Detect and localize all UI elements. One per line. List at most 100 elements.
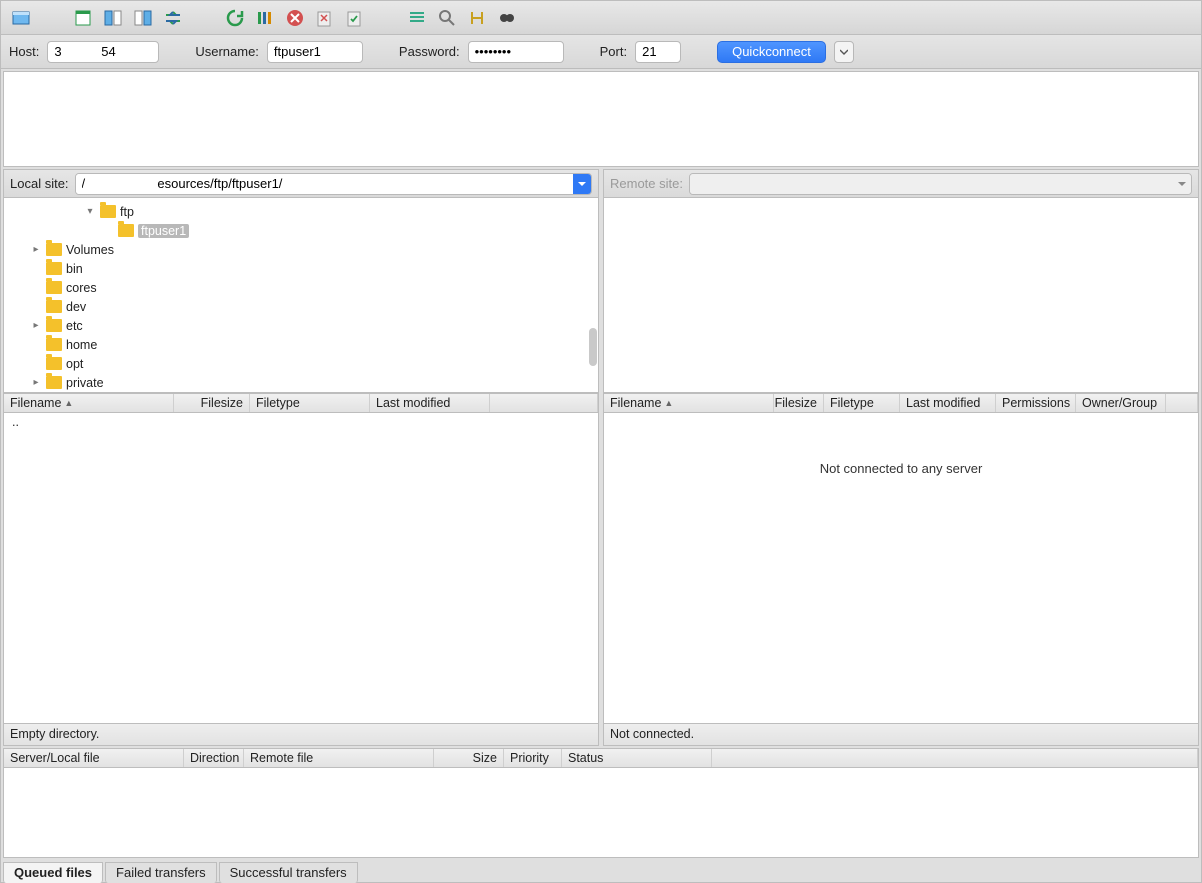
queue-columns: Server/Local file Direction Remote file … xyxy=(3,748,1199,768)
quickconnect-button[interactable]: Quickconnect xyxy=(717,41,826,63)
col-status[interactable]: Status xyxy=(562,749,712,767)
tree-item-label: dev xyxy=(66,300,86,314)
quickconnect-history-dropdown[interactable] xyxy=(834,41,854,63)
tree-item-label: cores xyxy=(66,281,97,295)
sort-asc-icon: ▲ xyxy=(64,398,73,408)
tree-row[interactable]: ▸ Volumes xyxy=(4,240,598,259)
col-lastmod[interactable]: Last modified xyxy=(370,394,490,412)
col-size[interactable]: Size xyxy=(434,749,504,767)
tree-row[interactable]: cores xyxy=(4,278,598,297)
tab-queued-files[interactable]: Queued files xyxy=(3,862,103,883)
site-manager-icon[interactable] xyxy=(9,6,33,30)
reconnect-icon[interactable] xyxy=(343,6,367,30)
parent-dir-row[interactable]: .. xyxy=(4,413,598,431)
disclosure-triangle-icon[interactable]: ▾ xyxy=(84,206,96,217)
transfer-queue: Server/Local file Direction Remote file … xyxy=(3,748,1199,858)
col-filename[interactable]: Filename▲ xyxy=(4,394,174,412)
process-queue-icon[interactable] xyxy=(253,6,277,30)
col-filesize[interactable]: Filesize xyxy=(774,394,824,412)
folder-icon xyxy=(46,319,62,332)
tree-item-label: Volumes xyxy=(66,243,114,257)
col-filetype[interactable]: Filetype xyxy=(824,394,900,412)
local-file-columns: Filename▲ Filesize Filetype Last modifie… xyxy=(3,393,599,413)
filter-icon[interactable] xyxy=(405,6,429,30)
remote-path-combo xyxy=(689,173,1192,195)
toggle-tree-icon[interactable] xyxy=(101,6,125,30)
col-remote-file[interactable]: Remote file xyxy=(244,749,434,767)
col-server-local[interactable]: Server/Local file xyxy=(4,749,184,767)
tree-row[interactable]: ftpuser1 xyxy=(4,221,598,240)
password-label: Password: xyxy=(399,44,460,59)
disclosure-triangle-icon[interactable]: ▸ xyxy=(30,320,42,331)
tree-item-label: ftpuser1 xyxy=(138,224,189,238)
col-filesize[interactable]: Filesize xyxy=(174,394,250,412)
disconnect-icon[interactable] xyxy=(313,6,337,30)
folder-icon xyxy=(46,357,62,370)
disclosure-triangle-icon[interactable]: ▸ xyxy=(30,377,42,388)
scrollbar-thumb[interactable] xyxy=(589,328,597,366)
col-owner[interactable]: Owner/Group xyxy=(1076,394,1166,412)
col-priority[interactable]: Priority xyxy=(504,749,562,767)
sort-asc-icon: ▲ xyxy=(664,398,673,408)
tree-row[interactable]: ▸private xyxy=(4,373,598,392)
remote-file-list[interactable]: Not connected to any server xyxy=(603,413,1199,724)
col-filetype[interactable]: Filetype xyxy=(250,394,370,412)
disclosure-triangle-icon[interactable]: ▸ xyxy=(30,244,42,255)
tree-item-label: etc xyxy=(66,319,83,333)
remote-path-input xyxy=(690,174,1173,194)
local-tree[interactable]: ▾ ftp ftpuser1 ▸ Volumes bin cores dev ▸ etc home o… xyxy=(3,197,599,393)
tree-item-label: ftp xyxy=(120,205,134,219)
tree-row[interactable]: ▾ ftp xyxy=(4,202,598,221)
remote-status: Not connected. xyxy=(603,724,1199,746)
col-lastmod[interactable]: Last modified xyxy=(900,394,996,412)
cancel-icon[interactable] xyxy=(283,6,307,30)
chevron-down-icon xyxy=(1173,174,1191,194)
local-site-label: Local site: xyxy=(10,176,69,191)
find-icon[interactable] xyxy=(495,6,519,30)
col-direction[interactable]: Direction xyxy=(184,749,244,767)
col-filename[interactable]: Filename▲ xyxy=(604,394,774,412)
sync-browse-icon[interactable] xyxy=(161,6,185,30)
local-file-list[interactable]: .. xyxy=(3,413,599,724)
tab-failed-transfers[interactable]: Failed transfers xyxy=(105,862,217,883)
host-input[interactable] xyxy=(47,41,159,63)
queue-body[interactable] xyxy=(3,768,1199,858)
local-path-input[interactable] xyxy=(76,174,573,194)
remote-pane: Remote site: Filename▲ Filesize Filetype… xyxy=(603,169,1199,746)
message-log[interactable] xyxy=(3,71,1199,167)
remote-file-columns: Filename▲ Filesize Filetype Last modifie… xyxy=(603,393,1199,413)
folder-icon xyxy=(46,300,62,313)
compare-icon[interactable] xyxy=(131,6,155,30)
remote-tree[interactable] xyxy=(603,197,1199,393)
queue-tabs: Queued files Failed transfers Successful… xyxy=(3,860,1199,882)
new-tab-icon[interactable] xyxy=(71,6,95,30)
tree-row[interactable]: ▸ etc xyxy=(4,316,598,335)
folder-icon xyxy=(46,243,62,256)
tree-item-label: home xyxy=(66,338,97,352)
folder-icon xyxy=(118,224,134,237)
tree-row[interactable]: dev xyxy=(4,297,598,316)
port-label: Port: xyxy=(600,44,627,59)
username-input[interactable] xyxy=(267,41,363,63)
compare-dir-icon[interactable] xyxy=(465,6,489,30)
app-window: Host: Username: Password: Port: Quickcon… xyxy=(0,0,1202,883)
search-icon[interactable] xyxy=(435,6,459,30)
remote-site-label: Remote site: xyxy=(610,176,683,191)
folder-icon xyxy=(100,205,116,218)
chevron-down-icon[interactable] xyxy=(573,174,591,194)
port-input[interactable] xyxy=(635,41,681,63)
folder-icon xyxy=(46,262,62,275)
host-label: Host: xyxy=(9,44,39,59)
local-pane: Local site: ▾ ftp ftpuser1 ▸ Volumes bin cores… xyxy=(3,169,599,746)
col-permissions[interactable]: Permissions xyxy=(996,394,1076,412)
tree-row[interactable]: home xyxy=(4,335,598,354)
tree-row[interactable]: bin xyxy=(4,259,598,278)
refresh-icon[interactable] xyxy=(223,6,247,30)
local-path-combo[interactable] xyxy=(75,173,592,195)
password-input[interactable] xyxy=(468,41,564,63)
folder-icon xyxy=(46,281,62,294)
tab-successful-transfers[interactable]: Successful transfers xyxy=(219,862,358,883)
main-toolbar xyxy=(1,1,1201,35)
tree-row[interactable]: opt xyxy=(4,354,598,373)
tree-item-label: opt xyxy=(66,357,83,371)
